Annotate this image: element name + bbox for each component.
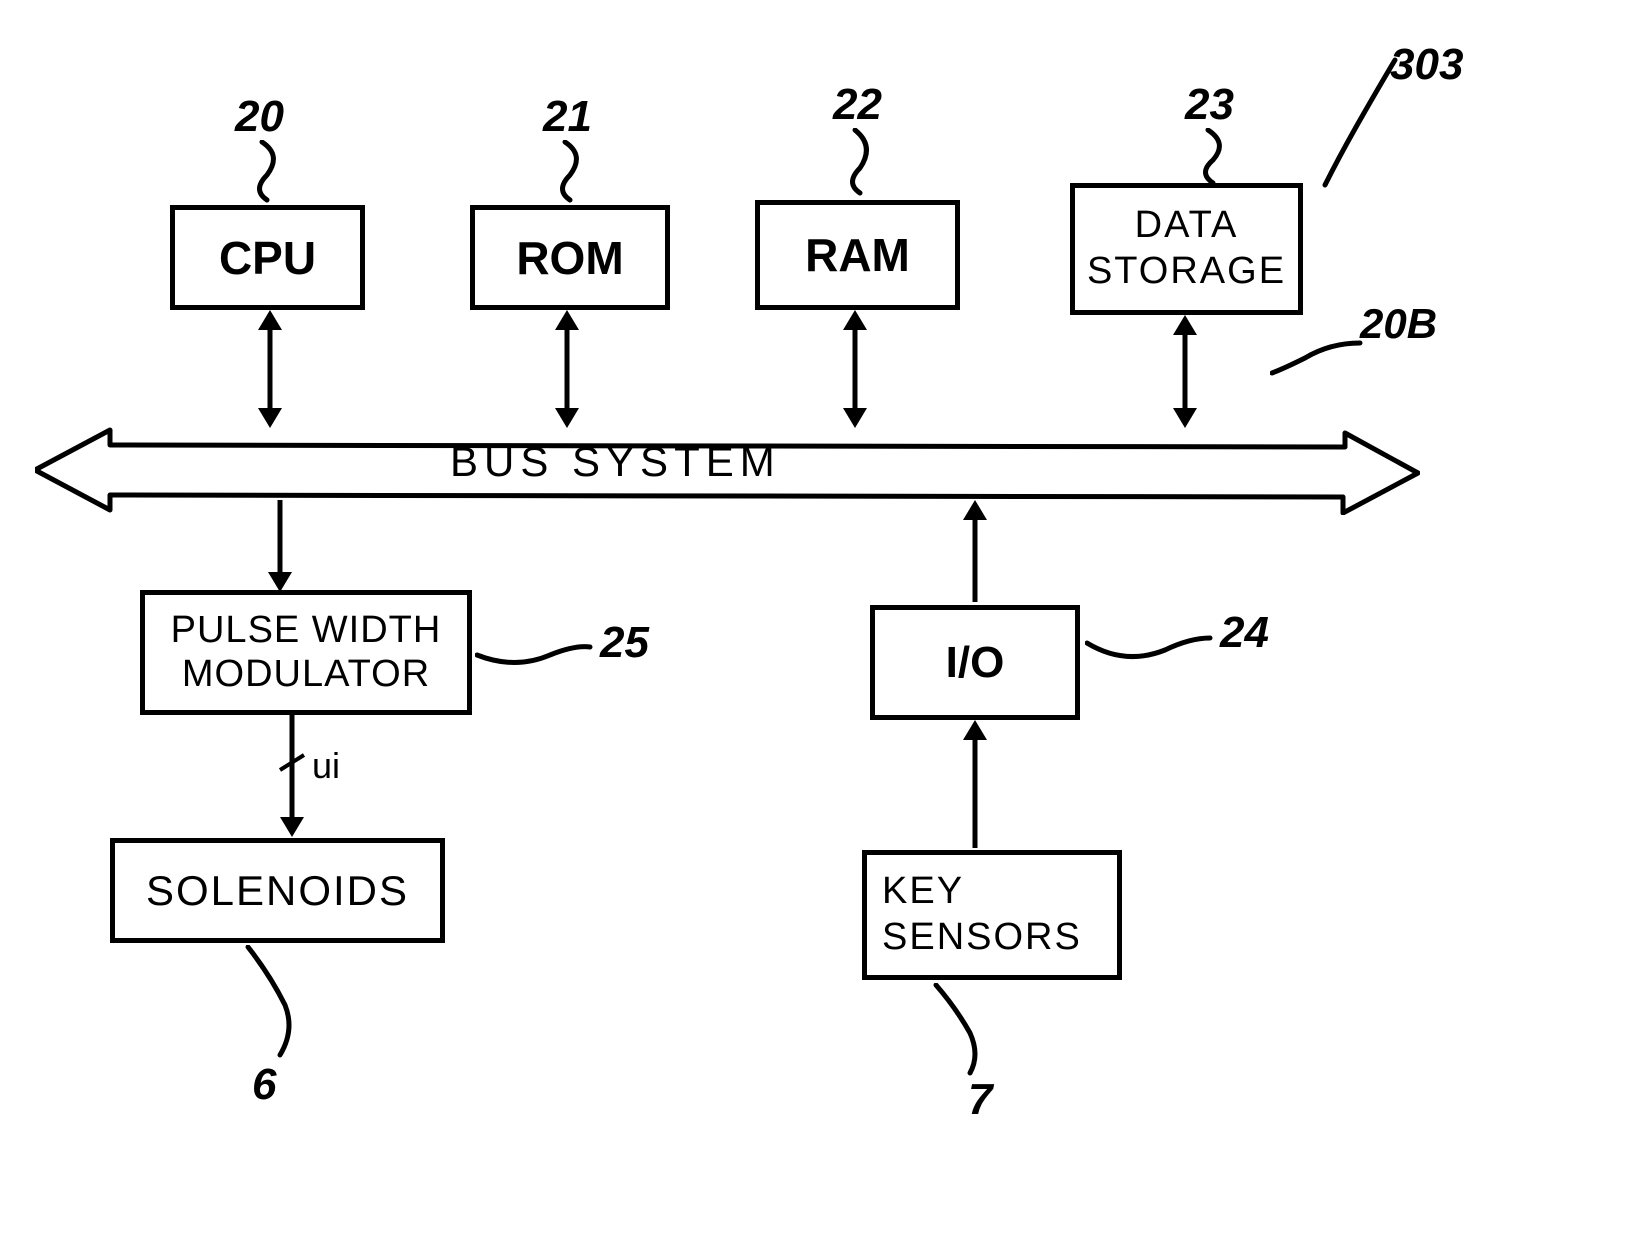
ref-cpu: 20 <box>235 92 284 142</box>
ram-block: RAM <box>755 200 960 310</box>
ui-label: ui <box>312 745 340 787</box>
pwm-block: PULSE WIDTH MODULATOR <box>140 590 472 715</box>
ref-solenoids: 6 <box>252 1060 276 1110</box>
leader-solenoids <box>240 945 310 1060</box>
leader-pwm <box>475 635 595 675</box>
solenoids-label: SOLENOIDS <box>146 867 409 915</box>
cpu-label: CPU <box>219 231 316 285</box>
sensors-label-2: SENSORS <box>882 915 1082 961</box>
storage-label-1: DATA <box>1135 203 1239 249</box>
ref-ram: 22 <box>833 80 882 130</box>
pwm-label-2: MODULATOR <box>182 653 430 697</box>
ref-storage: 23 <box>1185 80 1234 130</box>
leader-bus <box>1270 338 1365 378</box>
arrow-rom-bus <box>547 310 587 430</box>
leader-sensors <box>928 983 998 1078</box>
leader-rom <box>540 140 600 205</box>
arrow-ram-bus <box>835 310 875 430</box>
sensors-label-1: KEY <box>882 869 964 915</box>
arrow-io-bus <box>955 500 995 605</box>
solenoids-block: SOLENOIDS <box>110 838 445 943</box>
storage-block: DATA STORAGE <box>1070 183 1303 315</box>
arrow-pwm-solenoids <box>272 715 312 840</box>
leader-cpu <box>237 140 297 205</box>
bus-label: BUS SYSTEM <box>450 438 781 486</box>
arrow-cpu-bus <box>250 310 290 430</box>
rom-block: ROM <box>470 205 670 310</box>
arrow-bus-pwm <box>260 500 300 595</box>
rom-label: ROM <box>516 231 623 285</box>
ref-sensors: 7 <box>968 1075 992 1125</box>
ref-rom: 21 <box>543 92 592 142</box>
sensors-block: KEY SENSORS <box>862 850 1122 980</box>
io-block: I/O <box>870 605 1080 720</box>
arrow-storage-bus <box>1165 315 1205 430</box>
io-label: I/O <box>946 638 1005 688</box>
storage-label-2: STORAGE <box>1087 249 1286 295</box>
ref-bus: 20B <box>1360 300 1437 348</box>
leader-io <box>1085 628 1215 670</box>
arrow-sensors-io <box>955 720 995 850</box>
leader-ram <box>830 128 890 198</box>
pwm-label-1: PULSE WIDTH <box>171 609 442 653</box>
cpu-block: CPU <box>170 205 365 310</box>
leader-top-right <box>1315 55 1405 190</box>
leader-storage <box>1183 128 1243 188</box>
ram-label: RAM <box>805 228 910 282</box>
ref-io: 24 <box>1220 608 1269 658</box>
ref-pwm: 25 <box>600 618 649 668</box>
